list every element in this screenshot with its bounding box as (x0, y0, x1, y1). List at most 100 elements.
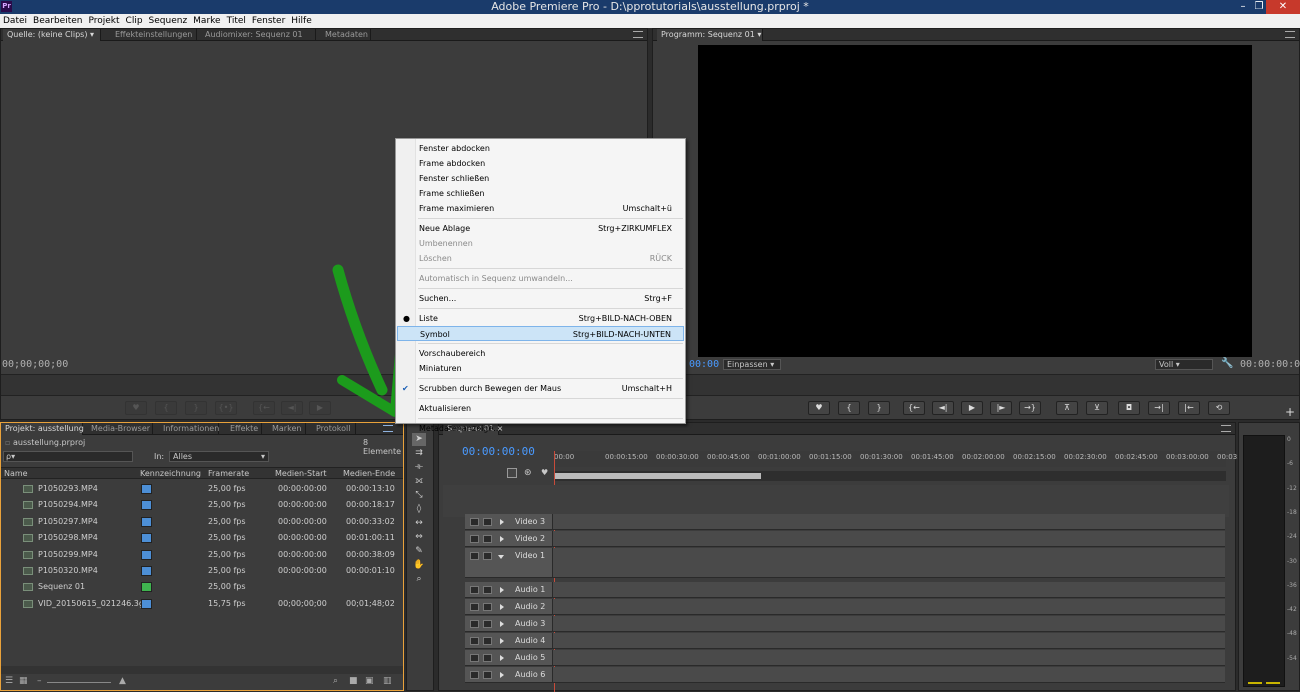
snap-icon[interactable] (507, 468, 517, 478)
list-view-icon[interactable]: ☰ (5, 676, 13, 686)
ripple-edit-tool-icon[interactable]: ⟛ (412, 461, 426, 474)
icon-view-icon[interactable]: ▦ (19, 676, 28, 686)
project-item-row[interactable]: P1050320.MP4 25,00 fps 00:00:00:00 00:00:01… (1, 563, 401, 579)
project-item-row[interactable]: P1050297.MP4 25,00 fps 00:00:00:00 00:00:33… (1, 514, 401, 530)
prg-go-in-button[interactable]: {← (903, 401, 925, 415)
panel-menu-icon[interactable] (383, 425, 393, 432)
src-out-button[interactable]: } (185, 401, 207, 415)
menu-projekt[interactable]: Projekt (85, 14, 122, 28)
quality-select[interactable]: Voll ▾ (1155, 359, 1213, 370)
prg-loop-button[interactable]: ⟲ (1208, 401, 1230, 415)
context-menu-item[interactable]: Aktualisieren (397, 401, 684, 416)
slide-tool-icon[interactable]: ⇔ (412, 531, 426, 544)
label-color-swatch[interactable] (141, 598, 152, 609)
eye-icon[interactable] (470, 552, 479, 560)
panel-menu-icon[interactable] (1221, 425, 1231, 432)
project-item-row[interactable]: P1050299.MP4 25,00 fps 00:00:00:00 00:00:38… (1, 547, 401, 563)
video-track[interactable]: Video 1 (465, 548, 1225, 578)
tab-metadata[interactable]: Metadaten (321, 29, 371, 41)
context-menu-item[interactable]: Metadatenanzeige... (397, 421, 684, 436)
context-menu-item[interactable]: ✔ Scrubben durch Bewegen der Maus Umschalt… (397, 381, 684, 396)
expand-track-icon[interactable] (500, 587, 504, 593)
menu-titel[interactable]: Titel (224, 14, 249, 28)
zoom-slider[interactable] (47, 682, 111, 683)
lock-icon[interactable] (483, 586, 492, 594)
project-item-row[interactable]: P1050293.MP4 25,00 fps 00:00:00:00 00:00:13… (1, 481, 401, 497)
label-color-swatch[interactable] (141, 500, 152, 511)
prg-in-button[interactable]: { (838, 401, 860, 415)
in-filter-select[interactable]: Alles ▾ (169, 451, 269, 462)
close-button[interactable]: ✕ (1266, 0, 1300, 14)
context-menu-item[interactable]: Fenster schließen (397, 171, 684, 186)
find-icon[interactable]: ⌕ (333, 676, 338, 686)
video-track[interactable]: Video 2 (465, 531, 1225, 547)
expand-track-icon[interactable] (500, 672, 504, 678)
tab-program[interactable]: Programm: Sequenz 01 ▾ (657, 29, 763, 41)
link-icon[interactable]: ⊛ (524, 468, 532, 478)
project-item-row[interactable]: P1050294.MP4 25,00 fps 00:00:00:00 00:00:18… (1, 497, 401, 513)
context-menu-item[interactable]: Vorschaubereich (397, 346, 684, 361)
lock-icon[interactable] (483, 671, 492, 679)
prg-insert-button[interactable]: →| (1148, 401, 1170, 415)
slip-tool-icon[interactable]: ↔ (412, 517, 426, 530)
speaker-icon[interactable] (470, 603, 479, 611)
rolling-edit-tool-icon[interactable]: ⟗ (412, 475, 426, 488)
tab-effects[interactable]: Effekte (226, 423, 262, 435)
label-color-swatch[interactable] (141, 566, 152, 576)
zoom-out-icon[interactable]: – (37, 676, 42, 686)
project-item-row[interactable]: VID_20150615_021246.3gp 15,75 fps 00;00;00… (1, 596, 401, 612)
lock-icon[interactable] (483, 552, 492, 560)
video-track[interactable]: Video 3 (465, 514, 1225, 530)
col-label[interactable]: Kennzeichnung (140, 468, 201, 479)
menu-sequenz[interactable]: Sequenz (146, 14, 191, 28)
horizontal-scrollbar[interactable] (1, 666, 403, 674)
menu-bearbeiten[interactable]: Bearbeiten (30, 14, 85, 28)
col-name[interactable]: Name (4, 468, 28, 479)
razor-tool-icon[interactable]: ◊ (412, 503, 426, 516)
prg-export-frame-button[interactable]: ◘ (1118, 401, 1140, 415)
new-bin-icon[interactable]: ■ (349, 676, 358, 686)
zoom-tool-icon[interactable]: ⌕ (412, 573, 426, 586)
audio-track[interactable]: Audio 2 (465, 599, 1225, 615)
audio-track[interactable]: Audio 4 (465, 633, 1225, 649)
timeline-timecode[interactable]: 00:00:00:00 (462, 445, 535, 458)
speaker-icon[interactable] (470, 654, 479, 662)
prg-extract-button[interactable]: ⊻ (1086, 401, 1108, 415)
project-item-row[interactable]: P1050298.MP4 25,00 fps 00:00:00:00 00:01:00… (1, 530, 401, 546)
add-marker-icon[interactable]: ♥ (541, 468, 548, 477)
lock-icon[interactable] (483, 620, 492, 628)
eye-icon[interactable] (470, 535, 479, 543)
context-menu-item[interactable]: Symbol Strg+BILD-NACH-UNTEN (397, 326, 684, 341)
context-menu-item[interactable]: Frame maximieren Umschalt+ü (397, 201, 684, 216)
rate-stretch-tool-icon[interactable]: ⤡ (412, 489, 426, 502)
speaker-icon[interactable] (470, 671, 479, 679)
label-color-swatch[interactable] (141, 549, 152, 560)
col-media-start[interactable]: Medien-Start (275, 468, 327, 479)
search-input[interactable]: ρ▾ (3, 451, 133, 462)
source-timecode[interactable]: 00;00;00;00 (2, 359, 68, 370)
hand-tool-icon[interactable]: ✋ (412, 559, 426, 572)
expand-track-icon[interactable] (500, 655, 504, 661)
context-menu-item[interactable]: ● Liste Strg+BILD-NACH-OBEN (397, 311, 684, 326)
src-in-button[interactable]: { (155, 401, 177, 415)
add-button-icon[interactable]: + (1285, 405, 1295, 419)
audio-track[interactable]: Audio 3 (465, 616, 1225, 632)
prg-overwrite-button[interactable]: |← (1178, 401, 1200, 415)
speaker-icon[interactable] (470, 637, 479, 645)
expand-track-icon[interactable] (500, 536, 504, 542)
menu-hilfe[interactable]: Hilfe (288, 14, 314, 28)
prg-step-back-button[interactable]: ◄| (932, 401, 954, 415)
expand-track-icon[interactable] (500, 621, 504, 627)
fit-select[interactable]: Einpassen ▾ (723, 359, 781, 370)
prg-step-forward-button[interactable]: |► (990, 401, 1012, 415)
context-menu-item[interactable]: Miniaturen (397, 361, 684, 376)
prg-marker-button[interactable]: ♥ (808, 401, 830, 415)
expand-track-icon[interactable] (500, 638, 504, 644)
label-color-swatch[interactable] (141, 582, 152, 593)
zoom-in-icon[interactable]: ▲ (119, 676, 126, 686)
context-menu-item[interactable]: Neue Ablage Strg+ZIRKUMFLEX (397, 221, 684, 236)
track-select-tool-icon[interactable]: ⇉ (412, 447, 426, 460)
expand-track-icon[interactable] (500, 519, 504, 525)
tab-effect-controls[interactable]: Effekteinstellungen (111, 29, 198, 41)
src-go-in-button[interactable]: {← (253, 401, 275, 415)
